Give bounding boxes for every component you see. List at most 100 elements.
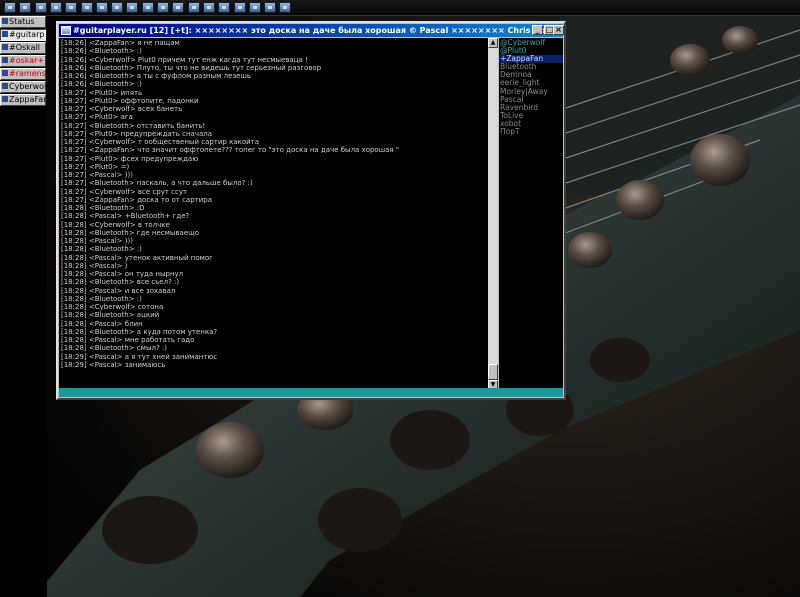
message-log[interactable]: [18:26] <ZappaFan> я не пащам [18:26] <Bl… — [59, 38, 488, 390]
connect-icon[interactable] — [4, 2, 16, 13]
scroll-up-icon[interactable]: ▲ — [488, 38, 498, 48]
window-title: #guitarplayer.ru [12] [+t]: ×××××××× это… — [73, 26, 563, 35]
message-timestamp: [18:28] — [61, 286, 87, 295]
favorites-icon[interactable] — [49, 2, 62, 13]
cascade-icon[interactable] — [264, 2, 277, 13]
message-timestamp: [18:26] — [61, 80, 87, 89]
message-text: <Pascal> +Bluetooth+ где? — [88, 212, 190, 221]
chat-message: [18:28] <Pascal> он туда нырнул — [61, 270, 488, 278]
message-input[interactable] — [59, 388, 563, 397]
chat-message: [18:26] <ZappaFan> я не пащам — [61, 39, 488, 47]
chat-message: [18:26] <Bluetooth> :) — [61, 47, 488, 55]
list-channels-icon[interactable] — [65, 2, 78, 13]
message-text: <Bluetooth> :) — [88, 294, 142, 303]
help-icon[interactable] — [233, 2, 246, 13]
message-text: <Plut0> фсех предупреждаю — [88, 154, 199, 163]
scrollbar-thumb[interactable] — [488, 364, 498, 380]
chat-message: [18:27] <Plut0> предупреждать сначала — [61, 130, 488, 138]
url-catcher-icon[interactable] — [187, 2, 200, 13]
message-timestamp: [18:26] — [61, 72, 87, 80]
window-icon — [2, 31, 8, 37]
about-icon[interactable] — [279, 2, 292, 13]
message-text: <ZappaFan> я не пащам — [88, 39, 180, 47]
message-timestamp: [18:28] — [61, 253, 87, 262]
message-timestamp: [18:27] — [61, 162, 87, 171]
chat-message: [18:28] <Cyberwolf> в толчке — [61, 221, 488, 229]
options-icon[interactable] — [19, 2, 32, 13]
dcc-chat-icon[interactable] — [126, 2, 139, 13]
message-timestamp: [18:27] — [61, 187, 87, 196]
chat-message: [18:26] <Bluetooth> :) — [61, 80, 488, 88]
message-timestamp: [18:26] — [61, 39, 87, 47]
nick-list-item[interactable]: ПорТ — [499, 127, 563, 136]
message-timestamp: [18:27] — [61, 96, 87, 105]
message-scrollbar[interactable]: ▲ ▼ — [488, 38, 498, 390]
message-text: <Cyberwolf> в толчке — [88, 220, 170, 229]
switchbar-tab-label: ZappaFan — [9, 95, 46, 104]
chat-message: [18:28] <Pascal> утенок активный помог — [61, 254, 488, 262]
message-timestamp: [18:28] — [61, 319, 87, 328]
message-text: <Bluetooth> :) — [88, 245, 142, 254]
colors-icon[interactable] — [218, 2, 231, 13]
switchbar-tab[interactable]: #ramensk... — [0, 68, 46, 80]
window-icon — [2, 70, 8, 76]
switchbar-tab[interactable]: ZappaFan — [0, 94, 46, 106]
disconnect-icon[interactable] — [34, 2, 47, 13]
timer-icon[interactable] — [202, 2, 215, 13]
whois-icon[interactable] — [80, 2, 93, 13]
message-timestamp: [18:28] — [61, 294, 87, 303]
message-timestamp: [18:28] — [61, 204, 87, 212]
message-timestamp: [18:27] — [61, 154, 87, 163]
window-titlebar[interactable]: #guitarplayer.ru [12] [+t]: ×××××××× это… — [59, 24, 563, 37]
chat-message: [18:29] <Pascal> а я тут хней занимантюс — [61, 353, 488, 361]
message-text: <Bluetooth> а ты с фуфлом разным лезешь — [88, 72, 252, 80]
message-text: <Cyberwolf> всех банеть — [88, 105, 183, 113]
notify-icon[interactable] — [172, 2, 185, 13]
message-timestamp: [18:27] — [61, 105, 87, 113]
chat-message: [18:26] <Cyberwolf> Plut0 причем тут енж… — [61, 56, 488, 64]
message-text: <Pascal> он туда нырнул — [88, 270, 184, 278]
chat-message: [18:27] <Plut0> ипять — [61, 89, 488, 97]
window-icon — [2, 83, 8, 89]
remote-icon[interactable] — [157, 2, 169, 13]
switchbar-tab[interactable]: Status — [0, 16, 46, 28]
message-text: <Bluetooth> смыл? :) — [88, 344, 167, 353]
nick-list[interactable]: @Cyberwolf @Plut0 +ZappaFan Bluetooth Demnoa… — [499, 38, 563, 390]
message-timestamp: [18:28] — [61, 311, 87, 320]
message-timestamp: [18:28] — [61, 237, 87, 245]
script-editor-icon[interactable] — [141, 2, 154, 13]
message-timestamp: [18:27] — [61, 138, 87, 146]
message-timestamp: [18:28] — [61, 228, 87, 237]
message-timestamp: [18:28] — [61, 270, 87, 278]
message-timestamp: [18:27] — [61, 113, 87, 122]
chat-message: [18:27] <Cyberwolf> т ообщественый сарти… — [61, 138, 488, 146]
message-timestamp: [18:28] — [61, 212, 87, 221]
switchbar-tab[interactable]: #guitarpla... — [0, 29, 46, 41]
message-timestamp: [18:28] — [61, 261, 87, 270]
message-text: <ZappaFan> доска то от сартира — [88, 195, 213, 204]
message-timestamp: [18:26] — [61, 55, 87, 64]
address-book-icon[interactable] — [95, 2, 108, 13]
channel-window-icon[interactable] — [61, 26, 71, 35]
tile-icon[interactable] — [248, 2, 261, 13]
message-text: <Bluetooth> отставить банить! — [88, 121, 206, 130]
switchbar-tab[interactable]: #oskar+ — [0, 55, 46, 67]
message-timestamp: [18:27] — [61, 88, 87, 97]
message-timestamp: [18:28] — [61, 303, 87, 311]
chat-message: [18:28] <Bluetooth> :) — [61, 295, 488, 303]
message-timestamp: [18:28] — [61, 327, 87, 336]
message-text: <Bluetooth> Плуто, ты что не видешь тут … — [88, 63, 322, 72]
close-button[interactable]: × — [553, 25, 564, 35]
minimize-button[interactable]: _ — [532, 25, 543, 35]
message-timestamp: [18:29] — [61, 360, 87, 369]
dcc-send-icon[interactable] — [111, 2, 124, 13]
message-text: <Bluetooth> паскаль, а что дальше было? … — [88, 179, 253, 188]
switchbar-tab[interactable]: Cyberwolf — [0, 81, 46, 93]
message-timestamp: [18:27] — [61, 121, 87, 130]
chat-message: [18:26] <Bluetooth> Плуто, ты что не вид… — [61, 64, 488, 72]
message-text: <Pascal> блин — [88, 319, 143, 328]
switchbar-tab[interactable]: #Oskall — [0, 42, 46, 54]
chat-message: [18:27] <Cyberwolf> всех банеть — [61, 105, 488, 113]
message-text: <Bluetooth> все сьел? :) — [88, 278, 180, 287]
chat-message: [18:27] <Plut0> фсех предупреждаю — [61, 155, 488, 163]
